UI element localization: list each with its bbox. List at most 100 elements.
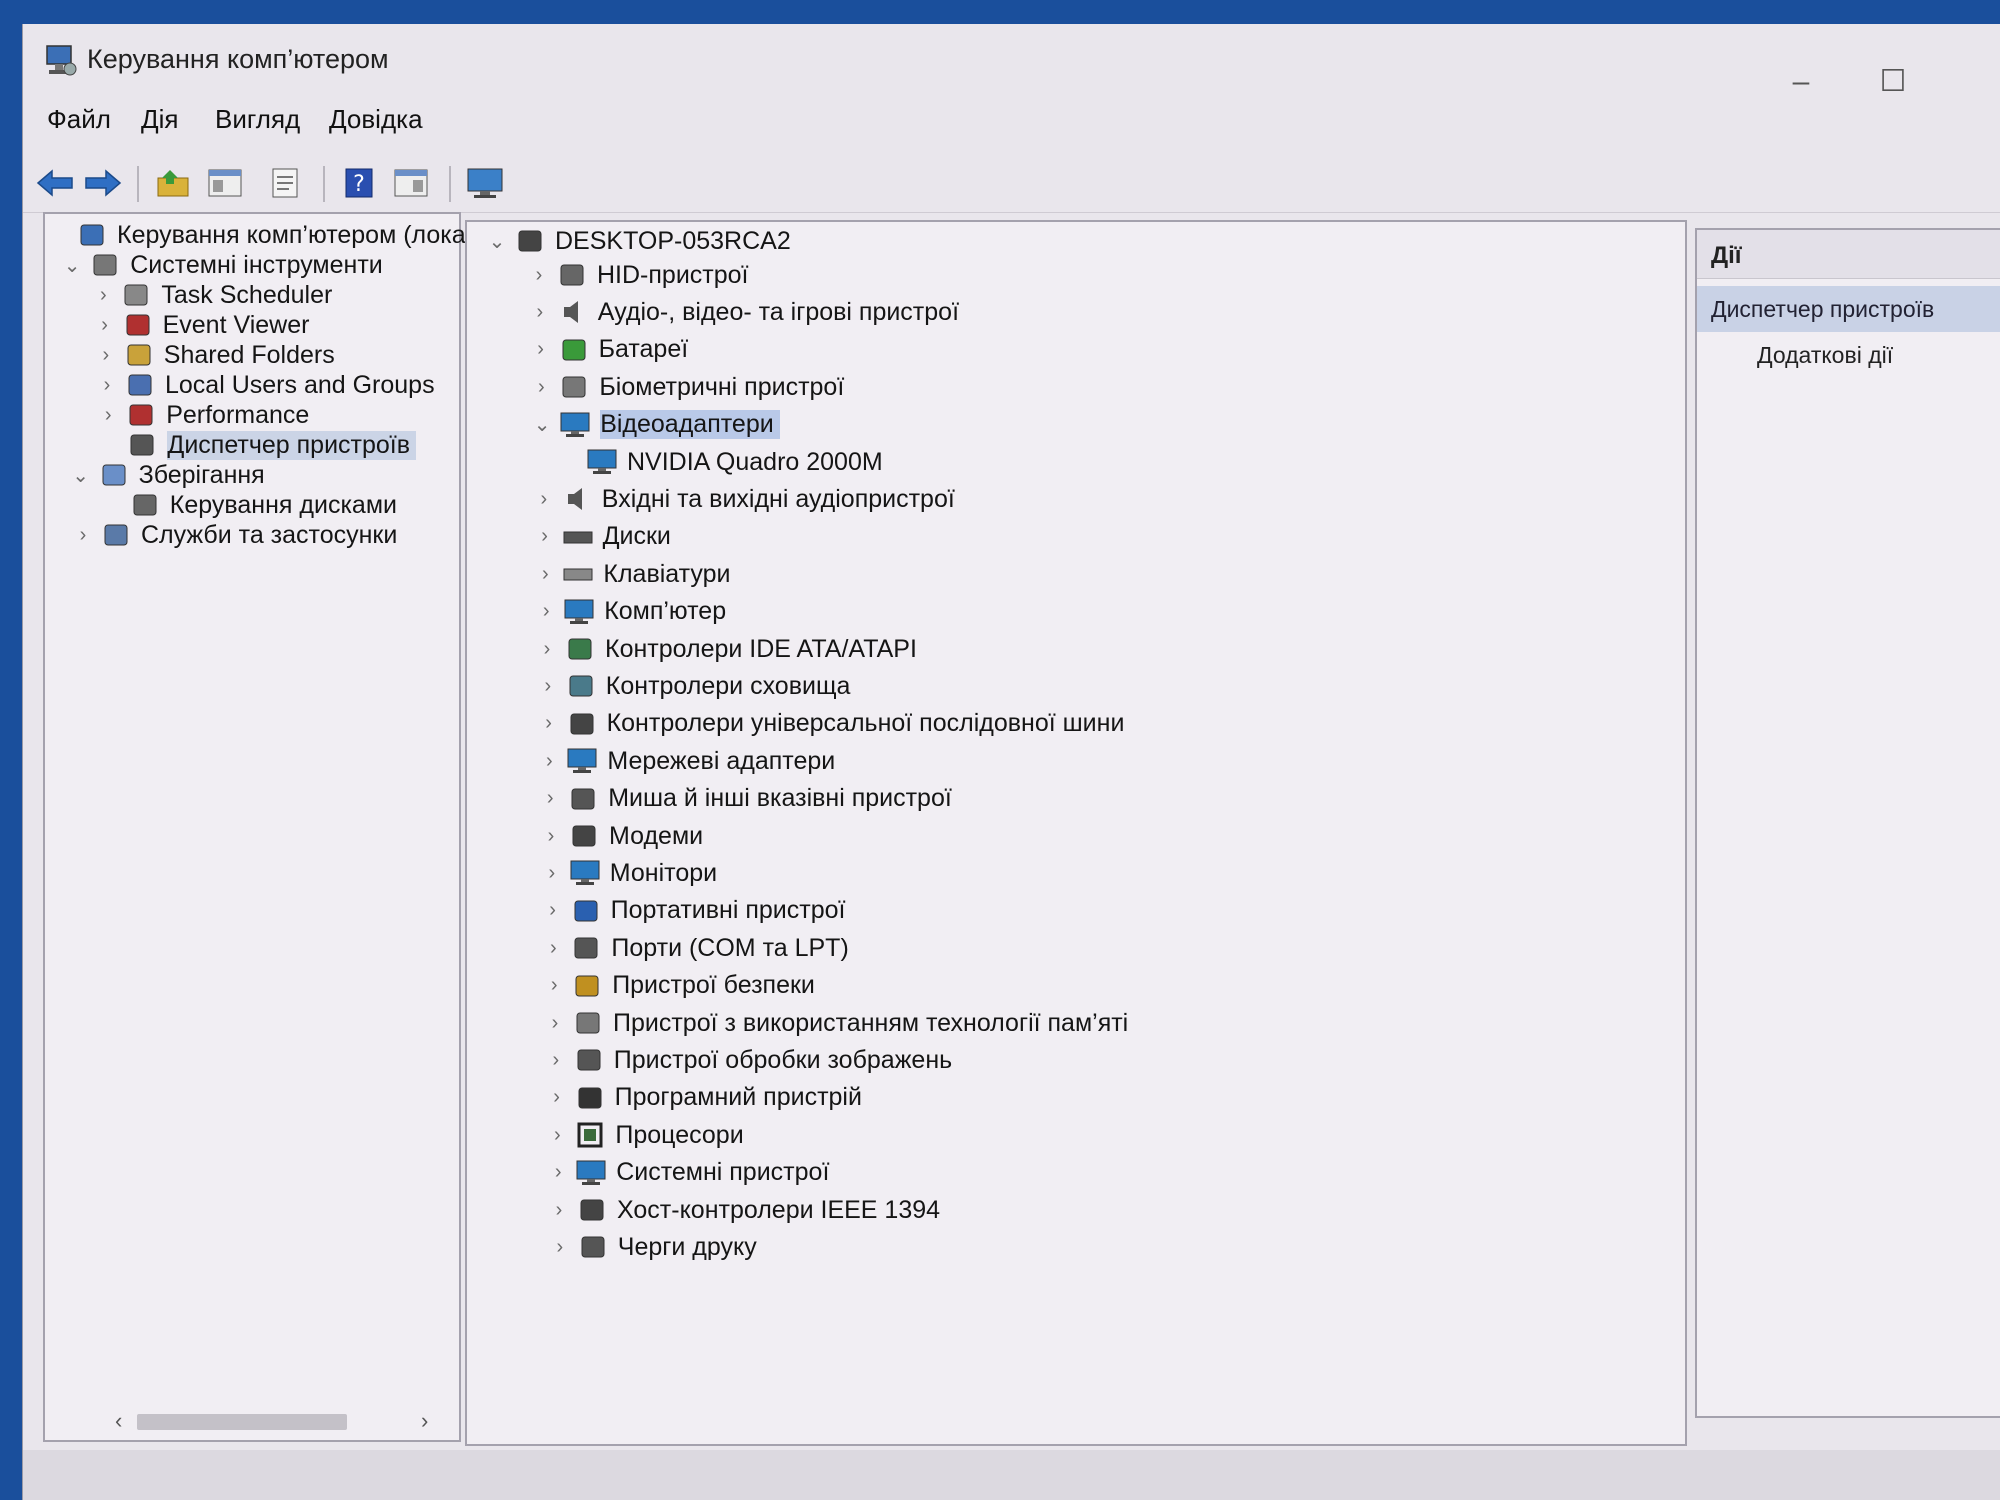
device-category[interactable]: › Модеми: [539, 819, 703, 853]
forward-arrow-icon[interactable]: [81, 162, 125, 204]
expand-chevron-icon[interactable]: ›: [529, 338, 553, 361]
expand-chevron-icon[interactable]: ⌄: [485, 229, 509, 254]
left-tree-item[interactable]: › Служби та застосунки: [71, 518, 398, 552]
device-category[interactable]: › Контролери універсальної послідовної ши…: [537, 707, 1124, 741]
actions-device-manager[interactable]: Диспетчер пристроїв: [1697, 286, 2000, 332]
device-category[interactable]: › Порти (COM та LPT): [541, 931, 849, 965]
expand-chevron-icon[interactable]: ›: [528, 301, 552, 324]
monitor-icon[interactable]: [463, 162, 507, 204]
device-category[interactable]: › Черги друку: [548, 1230, 756, 1264]
left-tree-item[interactable]: › Task Scheduler: [91, 278, 332, 312]
device-category[interactable]: › Пристрої безпеки: [542, 969, 815, 1003]
device-category[interactable]: › Програмний пристрій: [545, 1081, 862, 1115]
expand-chevron-icon[interactable]: ›: [535, 638, 559, 661]
title-bar[interactable]: Керування комп’ютером – ☐: [23, 24, 2000, 100]
show-hide-tree-icon[interactable]: [203, 162, 247, 204]
left-tree-item[interactable]: Керування комп’ютером (лока: [47, 218, 466, 252]
expand-chevron-icon[interactable]: ›: [71, 524, 95, 547]
left-tree-item[interactable]: › Shared Folders: [94, 338, 334, 372]
device-category[interactable]: › Диски: [533, 520, 671, 554]
left-tree-item[interactable]: Керування дисками: [100, 488, 397, 522]
left-tree-item[interactable]: › Performance: [96, 398, 309, 432]
event-viewer-icon: [121, 310, 155, 340]
expand-chevron-icon[interactable]: ›: [547, 1199, 571, 1222]
menu-action[interactable]: Дія: [141, 104, 178, 135]
expand-chevron-icon[interactable]: ›: [537, 750, 561, 773]
device-category[interactable]: ⌄ Відеоадаптери: [530, 408, 780, 442]
expand-chevron-icon[interactable]: ›: [532, 488, 556, 511]
scroll-left-arrow[interactable]: ‹: [115, 1408, 122, 1434]
menu-file[interactable]: Файл: [47, 104, 111, 135]
device-category[interactable]: › Миша й інші вказівні пристрої: [538, 782, 952, 816]
left-tree-item[interactable]: Диспетчер пристроїв: [97, 428, 417, 462]
more-actions-link[interactable]: Додаткові дії: [1757, 342, 1893, 369]
maximize-button[interactable]: ☐: [1863, 62, 1923, 102]
svg-text:?: ?: [353, 172, 365, 197]
device-category[interactable]: › HID-пристрої: [527, 258, 749, 292]
expand-chevron-icon[interactable]: ›: [545, 1086, 569, 1109]
device-category[interactable]: › Хост-контролери IEEE 1394: [547, 1193, 940, 1227]
expand-chevron-icon[interactable]: ⌄: [69, 463, 93, 488]
expand-chevron-icon[interactable]: ›: [543, 1012, 567, 1035]
up-folder-icon[interactable]: [151, 162, 195, 204]
expand-chevron-icon[interactable]: ›: [529, 376, 553, 399]
scroll-right-arrow[interactable]: ›: [421, 1408, 428, 1434]
device-category[interactable]: › Системні пристрої: [546, 1156, 830, 1190]
expand-chevron-icon[interactable]: ›: [541, 937, 565, 960]
expand-chevron-icon[interactable]: ⌄: [60, 253, 84, 278]
expand-chevron-icon[interactable]: ›: [540, 862, 564, 885]
left-tree-item[interactable]: › Event Viewer: [93, 308, 309, 342]
scroll-thumb[interactable]: [137, 1414, 347, 1430]
expand-chevron-icon[interactable]: ›: [538, 787, 562, 810]
device-category[interactable]: › Мережеві адаптери: [537, 744, 835, 778]
left-tree-item[interactable]: › Local Users and Groups: [95, 368, 435, 402]
expand-chevron-icon[interactable]: ›: [542, 974, 566, 997]
expand-chevron-icon[interactable]: ›: [94, 344, 118, 367]
device-category[interactable]: › Процесори: [545, 1118, 744, 1152]
expand-chevron-icon[interactable]: ›: [96, 404, 120, 427]
console-tree-pane[interactable]: Керування комп’ютером (лока ⌄ Системні інс…: [43, 212, 466, 1442]
expand-chevron-icon[interactable]: ›: [534, 600, 558, 623]
expand-chevron-icon[interactable]: ›: [533, 563, 557, 586]
actions-pane: Дії Диспетчер пристроїв Додаткові дії: [1695, 228, 2000, 1418]
show-hide-action-pane-icon[interactable]: [389, 162, 433, 204]
back-arrow-icon[interactable]: [33, 162, 77, 204]
help-icon[interactable]: ?: [337, 162, 381, 204]
device-category[interactable]: › Батареї: [529, 333, 688, 367]
expand-chevron-icon[interactable]: ›: [537, 712, 561, 735]
menu-view[interactable]: Вигляд: [215, 104, 300, 135]
expand-chevron-icon[interactable]: ›: [93, 314, 117, 337]
expand-chevron-icon[interactable]: ›: [533, 525, 557, 548]
device-category[interactable]: › Клавіатури: [533, 557, 730, 591]
device-category[interactable]: ⌄ DESKTOP-053RCA2: [485, 224, 791, 258]
left-tree-item[interactable]: ⌄ Зберігання: [69, 458, 265, 492]
expand-chevron-icon[interactable]: ›: [539, 825, 563, 848]
device-category[interactable]: NVIDIA Quadro 2000M: [557, 445, 883, 479]
device-category[interactable]: › Пристрої з використанням технології пам…: [543, 1006, 1129, 1040]
properties-icon[interactable]: [263, 162, 307, 204]
expand-chevron-icon[interactable]: ⌄: [530, 412, 554, 437]
left-tree-item[interactable]: ⌄ Системні інструменти: [60, 248, 383, 282]
minimize-button[interactable]: –: [1771, 62, 1831, 102]
device-category[interactable]: › Контролери сховища: [536, 669, 850, 703]
expand-chevron-icon[interactable]: ›: [544, 1049, 568, 1072]
device-category[interactable]: › Монітори: [540, 856, 717, 890]
device-category[interactable]: › Біометричні пристрої: [529, 370, 844, 404]
device-category[interactable]: › Контролери IDE ATA/ATAPI: [535, 632, 917, 666]
device-category[interactable]: › Аудіо-, відео- та ігрові пристрої: [528, 295, 959, 329]
device-category[interactable]: › Пристрої обробки зображень: [544, 1043, 952, 1077]
expand-chevron-icon[interactable]: ›: [545, 1124, 569, 1147]
device-tree-pane[interactable]: ⌄ DESKTOP-053RCA2 › HID-пристрої › Аудіо-, ві…: [465, 220, 1687, 1446]
device-category[interactable]: › Портативні пристрої: [541, 894, 845, 928]
menu-help[interactable]: Довідка: [329, 104, 423, 135]
expand-chevron-icon[interactable]: ›: [541, 899, 565, 922]
device-category[interactable]: › Комп’ютер: [534, 595, 726, 629]
expand-chevron-icon[interactable]: ›: [548, 1236, 572, 1259]
expand-chevron-icon[interactable]: ›: [91, 284, 115, 307]
expand-chevron-icon[interactable]: ›: [546, 1161, 570, 1184]
device-category[interactable]: › Вхідні та вихідні аудіопристрої: [532, 482, 954, 516]
expand-chevron-icon[interactable]: ›: [536, 675, 560, 698]
expand-chevron-icon[interactable]: ›: [527, 264, 551, 287]
horizontal-scrollbar[interactable]: ‹ ›: [115, 1408, 495, 1434]
expand-chevron-icon[interactable]: ›: [95, 374, 119, 397]
